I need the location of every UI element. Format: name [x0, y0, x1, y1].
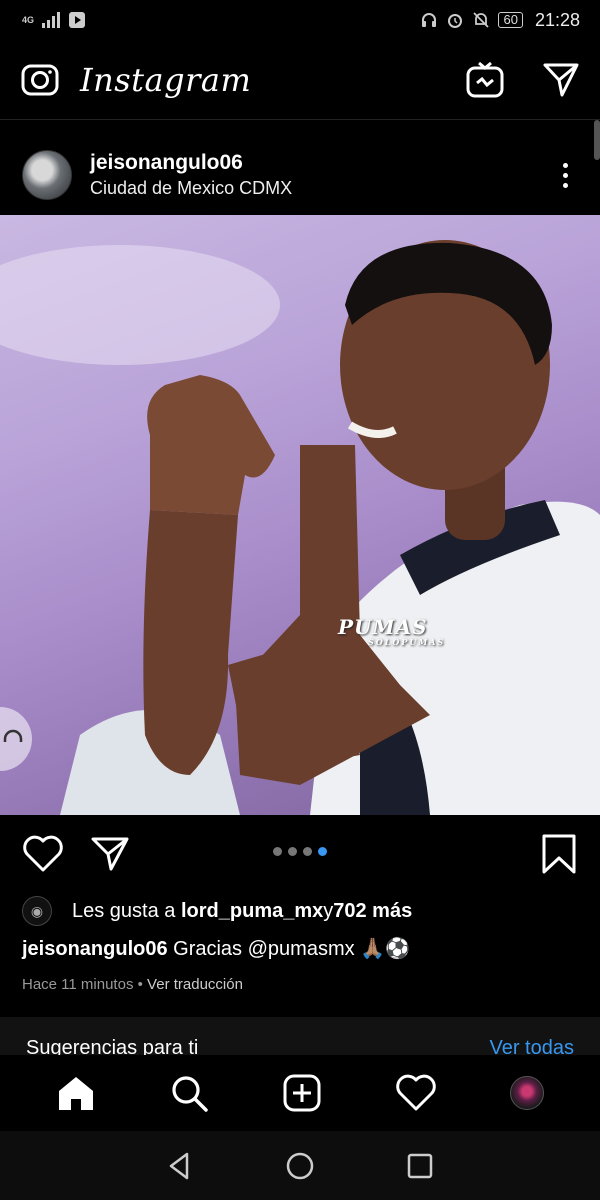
network-type: 4G — [22, 14, 35, 25]
bottom-navigation — [0, 1055, 600, 1131]
like-heart-icon[interactable] — [22, 835, 64, 873]
post-timestamp-row: Hace 11 minutos • Ver traducción — [22, 976, 243, 993]
player-illustration — [0, 240, 600, 815]
post-author-username[interactable]: jeisonangulo06 — [90, 150, 292, 176]
clock: 21:28 — [534, 9, 580, 30]
translate-link[interactable]: Ver traducción — [147, 976, 243, 993]
bookmark-icon[interactable] — [540, 833, 578, 875]
post-image[interactable]: PUMAS SOLOPUMAS — [0, 215, 600, 815]
new-post-icon[interactable] — [282, 1073, 322, 1113]
caption-username[interactable]: jeisonangulo06 — [22, 938, 168, 960]
igtv-icon[interactable] — [466, 61, 504, 99]
direct-message-icon[interactable] — [542, 61, 580, 99]
home-icon[interactable] — [56, 1073, 96, 1113]
caption-text: Gracias @pumasmx 🙏🏽⚽ — [167, 938, 410, 960]
post-location[interactable]: Ciudad de Mexico CDMX — [90, 176, 292, 200]
camera-icon[interactable] — [20, 60, 60, 100]
share-icon[interactable] — [90, 835, 130, 873]
headphones-icon — [3, 729, 23, 742]
search-icon[interactable] — [169, 1073, 209, 1113]
post-actions — [0, 815, 600, 893]
carousel-indicator — [273, 847, 327, 856]
suggestions-section: Sugerencias para ti Ver todas — [0, 1017, 600, 1057]
carousel-dot-active — [318, 847, 327, 856]
play-store-icon — [69, 12, 86, 28]
likes-count[interactable]: 702 más — [333, 900, 412, 923]
activity-icon[interactable] — [395, 1074, 437, 1112]
app-header: Instagram — [0, 40, 600, 120]
see-all-link[interactable]: Ver todas — [489, 1037, 574, 1057]
carousel-dot — [273, 847, 282, 856]
image-watermark: PUMAS SOLOPUMAS — [338, 615, 446, 647]
home-circle-icon[interactable] — [285, 1151, 315, 1181]
post-header: jeisonangulo06 Ciudad de Mexico CDMX — [0, 135, 600, 215]
liker-username[interactable]: lord_puma_mx — [181, 900, 323, 923]
headphones-icon — [422, 13, 437, 27]
carousel-dot — [303, 847, 312, 856]
status-bar: 4G 60 21:28 — [0, 0, 600, 40]
profile-avatar[interactable] — [509, 1076, 544, 1110]
post-author-avatar[interactable] — [22, 150, 72, 200]
carousel-dot — [288, 847, 297, 856]
more-options-icon[interactable] — [553, 159, 578, 192]
status-left: 4G — [22, 11, 86, 29]
liker-avatar[interactable]: ◉ — [22, 896, 52, 926]
status-right: 60 21:28 — [420, 10, 580, 31]
mute-notifications-icon — [473, 12, 490, 28]
app-logo: Instagram — [80, 60, 252, 99]
post-timestamp: Hace 11 minutos — [22, 976, 134, 993]
back-icon[interactable] — [165, 1151, 195, 1181]
alarm-icon — [448, 14, 463, 28]
likes-summary[interactable]: ◉ Les gusta a lord_puma_mx y 702 más — [22, 893, 412, 929]
recent-apps-icon[interactable] — [405, 1151, 435, 1181]
suggestions-title: Sugerencias para ti — [26, 1037, 199, 1057]
system-navigation — [0, 1131, 600, 1200]
post-caption: jeisonangulo06 Gracias @pumasmx 🙏🏽⚽ — [22, 936, 410, 961]
signal-icon — [42, 12, 61, 28]
battery-indicator: 60 — [498, 12, 523, 28]
